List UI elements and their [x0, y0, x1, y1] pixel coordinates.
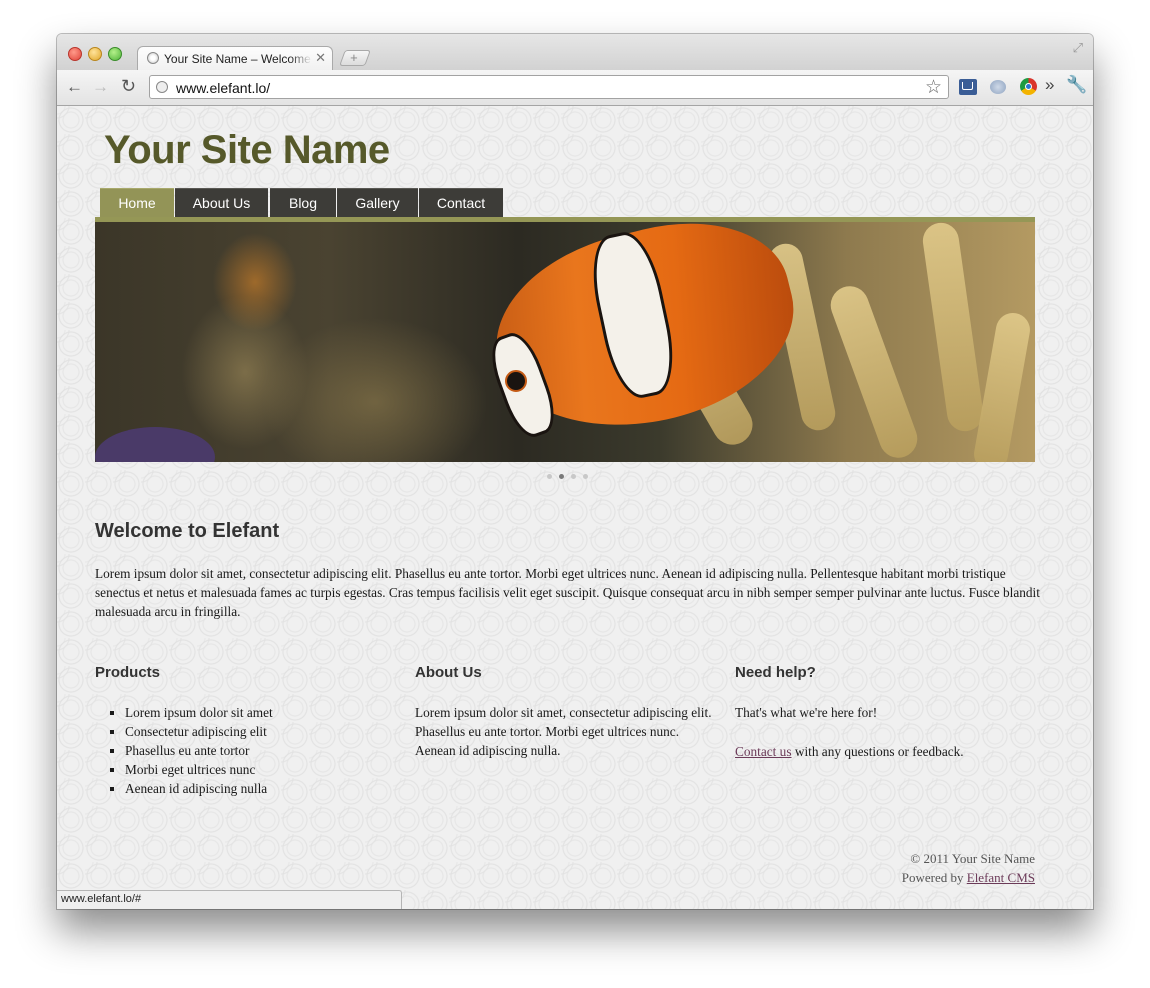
status-bar: www.elefant.lo/#	[57, 890, 402, 909]
forward-arrow-icon[interactable]: →	[92, 77, 109, 97]
anemone-tentacle	[920, 222, 986, 434]
fullscreen-icon[interactable]: ⤢	[1073, 40, 1083, 56]
contact-us-link[interactable]: Contact us	[735, 744, 792, 759]
wrench-icon[interactable]: 🔧	[1066, 75, 1087, 95]
about-text: Lorem ipsum dolor sit amet, consectetur …	[415, 705, 712, 758]
page-viewport: Your Site Name Home About Us Blog Galler…	[57, 106, 1093, 909]
slider-dot[interactable]	[571, 474, 576, 479]
chrome-extension-icon[interactable]	[1020, 78, 1037, 95]
close-window-button[interactable]	[68, 47, 82, 61]
mail-extension-icon[interactable]	[959, 79, 977, 95]
zoom-window-button[interactable]	[108, 47, 122, 61]
tab-title: Your Site Name – Welcome to Elefant	[164, 52, 312, 66]
products-list: Lorem ipsum dolor sit amet Consectetur a…	[95, 703, 273, 798]
nav-item-gallery[interactable]: Gallery	[337, 188, 418, 219]
help-heading: Need help?	[735, 664, 816, 681]
reload-icon[interactable]: ↻	[121, 76, 136, 97]
powered-by: Powered by Elefant CMS	[902, 868, 1035, 887]
list-item: Consectetur adipiscing elit	[125, 722, 273, 741]
list-item: Aenean id adipiscing nulla	[125, 779, 273, 798]
browser-toolbar: ← → ↻ www.elefant.lo/ ☆ » 🔧	[57, 70, 1093, 106]
nav-item-contact[interactable]: Contact	[419, 188, 503, 219]
bookmark-star-icon[interactable]: ☆	[925, 76, 942, 99]
list-item: Morbi eget ultrices nunc	[125, 760, 273, 779]
list-item: Lorem ipsum dolor sit amet	[125, 703, 273, 722]
nav-item-blog[interactable]: Blog	[270, 188, 336, 219]
anemone-tentacle	[825, 280, 923, 462]
coral-shape	[95, 427, 215, 462]
products-heading: Products	[95, 664, 161, 681]
slider-dot[interactable]	[583, 474, 588, 479]
hero-slider-image	[95, 222, 1035, 462]
about-heading: About Us	[415, 664, 482, 681]
cloud-extension-icon[interactable]	[990, 80, 1006, 94]
title-bar: Your Site Name – Welcome to Elefant ✕ + …	[57, 34, 1093, 70]
address-bar[interactable]: www.elefant.lo/ ☆	[149, 75, 949, 99]
close-tab-icon[interactable]: ✕	[315, 50, 326, 66]
clownfish-eye	[505, 370, 527, 392]
browser-tab[interactable]: Your Site Name – Welcome to Elefant ✕	[137, 46, 333, 70]
welcome-paragraph: Lorem ipsum dolor sit amet, consectetur …	[95, 566, 1040, 619]
anemone-tentacle	[971, 310, 1033, 462]
chevrons-icon[interactable]: »	[1045, 75, 1054, 95]
help-text: That's what we're here for!	[735, 705, 878, 720]
slider-dot-active[interactable]	[559, 474, 564, 479]
site-title[interactable]: Your Site Name	[104, 128, 390, 173]
back-arrow-icon[interactable]: ←	[66, 77, 83, 97]
footer: © 2011 Your Site Name Powered by Elefant…	[902, 849, 1035, 887]
browser-window: Your Site Name – Welcome to Elefant ✕ + …	[57, 34, 1093, 909]
globe-icon	[156, 81, 168, 93]
nav-item-about-us[interactable]: About Us	[175, 188, 268, 219]
list-item: Phasellus eu ante tortor	[125, 741, 273, 760]
address-bar-url[interactable]: www.elefant.lo/	[176, 80, 270, 96]
slider-dot[interactable]	[547, 474, 552, 479]
welcome-heading: Welcome to Elefant	[95, 520, 280, 542]
powered-by-prefix: Powered by	[901, 870, 967, 885]
plus-icon: +	[350, 50, 358, 65]
globe-icon	[147, 52, 159, 64]
new-tab-button[interactable]: +	[339, 50, 371, 66]
nav-item-home[interactable]: Home	[100, 188, 174, 219]
help-contact-rest: with any questions or feedback.	[791, 744, 964, 759]
elefant-cms-link[interactable]: Elefant CMS	[967, 870, 1035, 885]
minimize-window-button[interactable]	[88, 47, 102, 61]
help-contact-line: Contact us with any questions or feedbac…	[735, 742, 1035, 761]
copyright: © 2011 Your Site Name	[910, 851, 1035, 866]
